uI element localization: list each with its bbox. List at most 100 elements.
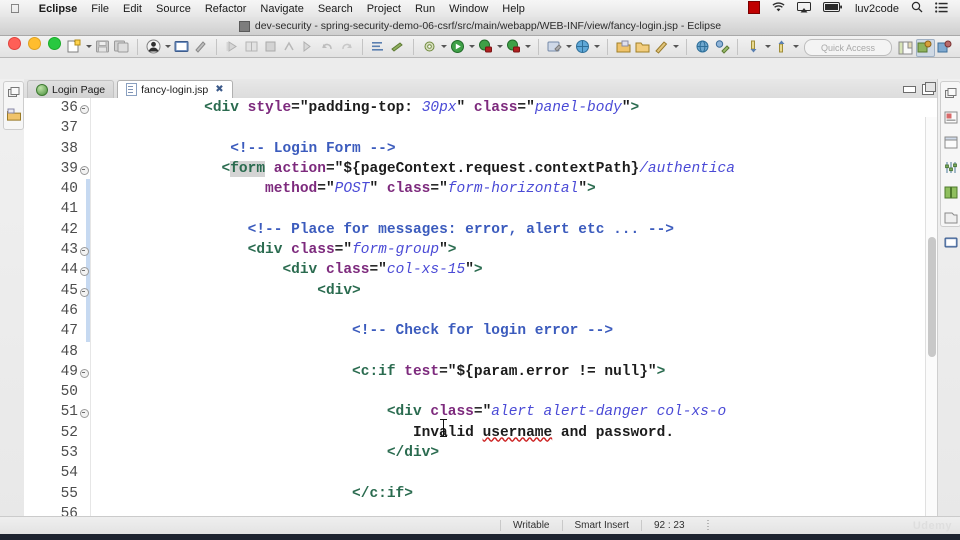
code-line[interactable]: <div class="form-group"> xyxy=(91,240,938,260)
pin-icon[interactable] xyxy=(192,38,209,55)
code-line[interactable] xyxy=(91,301,938,321)
relaunch-icon[interactable] xyxy=(281,38,298,55)
battery-icon[interactable] xyxy=(817,2,849,15)
console-icon[interactable] xyxy=(173,38,190,55)
code-line[interactable]: method="POST" class="form-horizontal"> xyxy=(91,179,938,199)
menu-item-help[interactable]: Help xyxy=(495,3,532,15)
servers-view-icon[interactable] xyxy=(944,186,958,204)
code-line[interactable] xyxy=(91,382,938,402)
open-resource-icon[interactable] xyxy=(615,38,632,55)
restore-view-icon[interactable] xyxy=(7,85,20,103)
refactor-icon[interactable] xyxy=(653,38,670,55)
external-tools-dropdown-icon[interactable] xyxy=(566,45,572,48)
close-button[interactable] xyxy=(8,37,21,50)
menu-item-refactor[interactable]: Refactor xyxy=(198,3,254,15)
quick-access-input[interactable]: Quick Access xyxy=(804,39,892,56)
code-line[interactable] xyxy=(91,118,938,138)
fold-collapse-icon[interactable] xyxy=(80,368,89,378)
code-line[interactable]: <div class="col-xs-15"> xyxy=(91,260,938,280)
menu-bar-user-name[interactable]: luv2code xyxy=(849,3,905,15)
open-type-icon[interactable] xyxy=(370,38,387,55)
menu-item-project[interactable]: Project xyxy=(360,3,408,15)
external-tools-icon[interactable] xyxy=(546,38,563,55)
save-all-icon[interactable] xyxy=(113,38,130,55)
search-icon[interactable] xyxy=(905,1,929,16)
line-number-gutter[interactable]: 36 37 38 39 40 41 42 43 44 45 46 47 48 49 50 51 52 53 54 55… xyxy=(24,98,91,534)
minimize-editor-button[interactable] xyxy=(903,86,916,93)
new-wizard-dropdown-icon[interactable] xyxy=(86,45,92,48)
person-icon[interactable] xyxy=(145,38,162,55)
step-over-icon[interactable] xyxy=(243,38,260,55)
server-icon[interactable] xyxy=(574,38,591,55)
coverage-dropdown-icon[interactable] xyxy=(525,45,531,48)
fold-collapse-icon[interactable] xyxy=(80,247,89,257)
next-annotation-icon[interactable] xyxy=(745,38,762,55)
previous-annotation-icon[interactable] xyxy=(773,38,790,55)
code-line[interactable]: <c:if test="${param.error != null}"> xyxy=(91,362,938,382)
code-line[interactable]: <!-- Check for login error --> xyxy=(91,321,938,341)
run-dropdown-icon[interactable] xyxy=(469,45,475,48)
code-line[interactable]: <div style="padding-top: 30px" class="pa… xyxy=(91,98,938,118)
undo-icon[interactable] xyxy=(319,38,336,55)
notification-center-icon[interactable] xyxy=(929,1,954,16)
minimize-button[interactable] xyxy=(28,37,41,50)
fold-collapse-icon[interactable] xyxy=(80,409,89,419)
save-icon[interactable] xyxy=(94,38,111,55)
coverage-icon[interactable] xyxy=(505,38,522,55)
code-text-area[interactable]: <div style="padding-top: 30px" class="pa… xyxy=(91,98,938,534)
java-perspective-icon[interactable] xyxy=(937,40,954,56)
debug-icon[interactable] xyxy=(477,38,494,55)
person-dropdown-icon[interactable] xyxy=(165,45,171,48)
menu-item-file[interactable]: File xyxy=(84,3,116,15)
run-icon[interactable] xyxy=(449,38,466,55)
maximize-editor-button[interactable] xyxy=(922,82,936,95)
code-editor[interactable]: 36 37 38 39 40 41 42 43 44 45 46 47 48 49 50 51 52 53 54 55… xyxy=(24,98,938,534)
menu-item-source[interactable]: Source xyxy=(149,3,198,15)
menu-item-edit[interactable]: Edit xyxy=(116,3,149,15)
menu-item-eclipse[interactable]: Eclipse xyxy=(32,3,85,15)
open-perspective-icon[interactable] xyxy=(897,40,914,56)
menu-item-window[interactable]: Window xyxy=(442,3,495,15)
palette-view-icon[interactable] xyxy=(944,161,958,179)
previous-annotation-dropdown-icon[interactable] xyxy=(793,45,799,48)
fold-collapse-icon[interactable] xyxy=(80,267,89,277)
fold-collapse-icon[interactable] xyxy=(80,165,89,175)
server-dropdown-icon[interactable] xyxy=(594,45,600,48)
next-annotation-dropdown-icon[interactable] xyxy=(765,45,771,48)
profile-icon[interactable] xyxy=(713,38,730,55)
project-explorer-icon[interactable] xyxy=(6,108,21,126)
new-folder-icon[interactable] xyxy=(634,38,651,55)
close-icon[interactable]: ✖ xyxy=(215,84,223,95)
menu-item-search[interactable]: Search xyxy=(311,3,360,15)
outline-view-icon[interactable] xyxy=(944,136,958,154)
vertical-scrollbar-thumb[interactable] xyxy=(928,237,936,357)
refactor-dropdown-icon[interactable] xyxy=(673,45,679,48)
menu-item-run[interactable]: Run xyxy=(408,3,442,15)
wifi-icon[interactable] xyxy=(766,1,791,16)
apple-menu-icon[interactable]:  xyxy=(10,2,20,15)
zoom-button[interactable] xyxy=(48,37,61,50)
skip-icon[interactable] xyxy=(300,38,317,55)
debug-dropdown-icon[interactable] xyxy=(497,45,503,48)
code-line[interactable] xyxy=(91,463,938,483)
status-resize-grip[interactable] xyxy=(706,520,709,531)
code-line[interactable]: <!-- Login Form --> xyxy=(91,139,938,159)
editor-tab-login-page[interactable]: Login Page xyxy=(27,80,115,98)
code-line[interactable] xyxy=(91,199,938,219)
code-line[interactable]: <!-- Place for messages: error, alert et… xyxy=(91,220,938,240)
properties-view-icon[interactable] xyxy=(944,211,958,229)
build-icon[interactable] xyxy=(421,38,438,55)
code-line[interactable]: Invalid username and password. xyxy=(91,423,938,443)
terminate-icon[interactable] xyxy=(262,38,279,55)
code-line[interactable]: <div> xyxy=(91,281,938,301)
new-wizard-icon[interactable] xyxy=(66,38,83,55)
code-line[interactable]: </c:if> xyxy=(91,484,938,504)
record-icon[interactable] xyxy=(742,0,766,17)
fold-collapse-icon[interactable] xyxy=(80,287,89,297)
code-line[interactable]: </div> xyxy=(91,443,938,463)
airplay-icon[interactable] xyxy=(791,1,817,16)
web-browser-icon[interactable] xyxy=(694,38,711,55)
open-task-icon[interactable] xyxy=(389,38,406,55)
console-view-icon[interactable] xyxy=(944,236,958,254)
java-ee-perspective-icon[interactable] xyxy=(916,39,935,57)
